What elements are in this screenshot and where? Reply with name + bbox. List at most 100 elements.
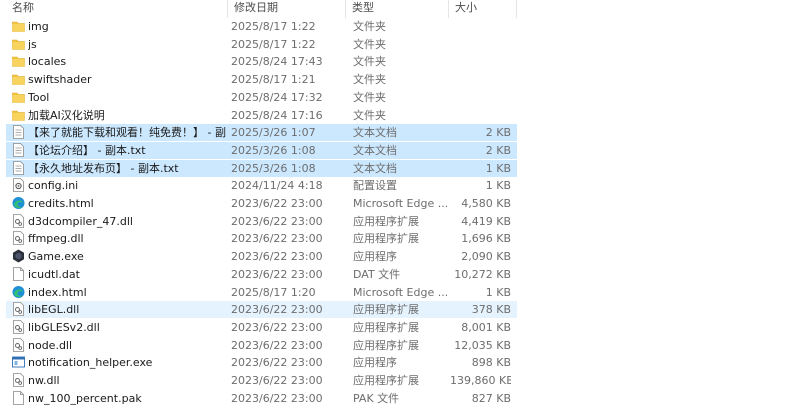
file-date: 2023/6/22 23:00 — [231, 303, 323, 317]
file-name: notification_helper.exe — [28, 356, 153, 370]
file-type: PAK 文件 — [353, 391, 400, 405]
file-size — [450, 71, 511, 88]
file-size: 8,001 KB — [461, 320, 511, 334]
file-name: config.ini — [28, 179, 79, 193]
file-size — [450, 107, 511, 124]
file-row[interactable]: locales 2025/8/24 17:43 文件夹 — [6, 53, 517, 70]
file-date: 2023/6/22 23:00 — [231, 338, 323, 352]
file-row[interactable]: Tool 2025/8/24 17:32 文件夹 — [6, 89, 517, 106]
file-row[interactable]: d3dcompiler_47.dll 2023/6/22 23:00 应用程序扩展 4… — [6, 213, 517, 230]
file-row[interactable]: nw_100_percent.pak 2023/6/22 23:00 PAK 文件 8… — [6, 390, 517, 407]
folder-icon — [12, 54, 25, 68]
file-date: 2023/6/22 23:00 — [231, 320, 323, 334]
file-size: 10,272 KB — [454, 267, 511, 281]
file-type: 文件夹 — [353, 73, 386, 87]
file-type: Microsoft Edge ... — [353, 285, 447, 299]
config-file-icon — [12, 178, 25, 193]
text-file-icon — [12, 125, 25, 140]
file-size — [450, 89, 511, 106]
column-header-date[interactable]: 修改日期 — [228, 0, 346, 18]
file-date: 2023/6/22 23:00 — [231, 356, 323, 370]
file-size: 2 KB — [485, 143, 511, 157]
file-size: 827 KB — [471, 391, 511, 405]
edge-icon — [12, 285, 25, 299]
file-date: 2025/8/17 1:22 — [231, 20, 316, 33]
file-size: 4,419 KB — [461, 214, 511, 228]
file-name: d3dcompiler_47.dll — [28, 214, 133, 228]
file-date: 2023/6/22 23:00 — [231, 374, 323, 387]
file-type: 文件夹 — [353, 108, 386, 122]
column-header-type[interactable]: 类型 — [346, 0, 449, 18]
file-row[interactable]: notification_helper.exe 2023/6/22 23:00 应用… — [6, 354, 517, 371]
dll-icon — [12, 213, 25, 228]
file-date: 2025/8/24 17:16 — [231, 108, 323, 122]
file-row[interactable]: nw.dll 2023/6/22 23:00 应用程序扩展 139,860 KB — [6, 372, 517, 389]
file-type: 文件夹 — [353, 20, 386, 33]
file-size: 1,696 KB — [461, 232, 511, 246]
dll-icon — [12, 337, 25, 352]
file-name: nw_100_percent.pak — [28, 391, 142, 405]
file-type: 应用程序扩展 — [353, 214, 419, 228]
file-row[interactable]: config.ini 2024/11/24 4:18 配置设置 1 KB — [6, 177, 517, 194]
file-size: 4,580 KB — [461, 197, 511, 210]
column-header-name[interactable]: 名称 — [6, 0, 228, 18]
file-type: 文本文档 — [353, 126, 397, 140]
file-date: 2023/6/22 23:00 — [231, 214, 323, 228]
file-row[interactable]: 【来了就能下载和观看！纯免费！】 - 副... 2025/3/26 1:07 文本文… — [6, 124, 517, 142]
file-row[interactable]: credits.html 2023/6/22 23:00 Microsoft Edg… — [6, 195, 517, 212]
file-size: 898 KB — [471, 356, 511, 370]
file-type: 文件夹 — [353, 90, 386, 104]
column-header-size[interactable]: 大小 — [449, 0, 517, 18]
folder-icon — [12, 108, 25, 122]
file-row[interactable]: node.dll 2023/6/22 23:00 应用程序扩展 12,035 KB — [6, 337, 517, 354]
file-name: libGLESv2.dll — [28, 320, 100, 334]
file-row[interactable]: 【论坛介绍】 - 副本.txt 2025/3/26 1:08 文本文档 2 KB — [6, 141, 517, 159]
file-date: 2023/6/22 23:00 — [231, 232, 323, 246]
file-type: 应用程序扩展 — [353, 338, 419, 352]
file-name: icudtl.dat — [28, 267, 80, 281]
file-type: 应用程序扩展 — [353, 232, 419, 246]
folder-icon — [12, 90, 25, 104]
file-date: 2025/8/17 1:20 — [231, 285, 316, 299]
file-row[interactable]: Game.exe 2023/6/22 23:00 应用程序 2,090 KB — [6, 248, 517, 265]
file-size: 2 KB — [485, 126, 511, 140]
file-row[interactable]: icudtl.dat 2023/6/22 23:00 DAT 文件 10,272 KB — [6, 266, 517, 283]
file-row[interactable]: index.html 2025/8/17 1:20 Microsoft Edge .… — [6, 284, 517, 301]
file-row[interactable]: js 2025/8/17 1:22 文件夹 — [6, 36, 517, 53]
file-name: Tool — [28, 90, 50, 104]
file-size: 139,860 KB — [450, 374, 511, 387]
file-size: 1 KB — [485, 285, 511, 299]
file-type: 应用程序扩展 — [353, 303, 419, 317]
dll-icon — [12, 319, 25, 334]
file-row[interactable]: libGLESv2.dll 2023/6/22 23:00 应用程序扩展 8,001 … — [6, 319, 517, 336]
file-row[interactable]: ffmpeg.dll 2023/6/22 23:00 应用程序扩展 1,696 KB — [6, 230, 517, 247]
file-name: 加载AI汉化说明 — [28, 108, 105, 122]
column-header-bar: 名称 修改日期 类型 大小 — [0, 0, 800, 18]
folder-icon — [12, 19, 25, 33]
blank-file-icon — [12, 266, 25, 281]
dll-icon — [12, 231, 25, 246]
file-name: swiftshader — [28, 73, 92, 87]
exe-icon — [12, 249, 25, 263]
text-file-icon — [12, 160, 25, 175]
file-row[interactable]: swiftshader 2025/8/17 1:21 文件夹 — [6, 71, 517, 88]
file-type: 应用程序扩展 — [353, 320, 419, 334]
file-row[interactable]: 【永久地址发布页】 - 副本.txt 2025/3/26 1:08 文本文档 1 KB — [6, 159, 517, 177]
file-name: index.html — [28, 285, 87, 299]
file-type: 应用程序扩展 — [353, 374, 419, 387]
file-name: credits.html — [28, 197, 94, 210]
file-type: 文本文档 — [353, 143, 397, 157]
file-row[interactable]: img 2025/8/17 1:22 文件夹 — [6, 18, 517, 35]
dll-icon — [12, 302, 25, 317]
file-type: 配置设置 — [353, 179, 397, 193]
file-size: 2,090 KB — [461, 250, 511, 264]
file-name: node.dll — [28, 338, 73, 352]
file-row[interactable]: libEGL.dll 2023/6/22 23:00 应用程序扩展 378 KB — [6, 301, 517, 319]
file-name: libEGL.dll — [28, 303, 80, 317]
file-date: 2023/6/22 23:00 — [231, 391, 323, 405]
file-type: 应用程序 — [353, 250, 397, 264]
file-name: nw.dll — [28, 374, 60, 387]
file-row[interactable]: 加载AI汉化说明 2025/8/24 17:16 文件夹 — [6, 107, 517, 124]
file-size — [450, 53, 511, 70]
file-date: 2025/8/17 1:22 — [231, 37, 316, 51]
